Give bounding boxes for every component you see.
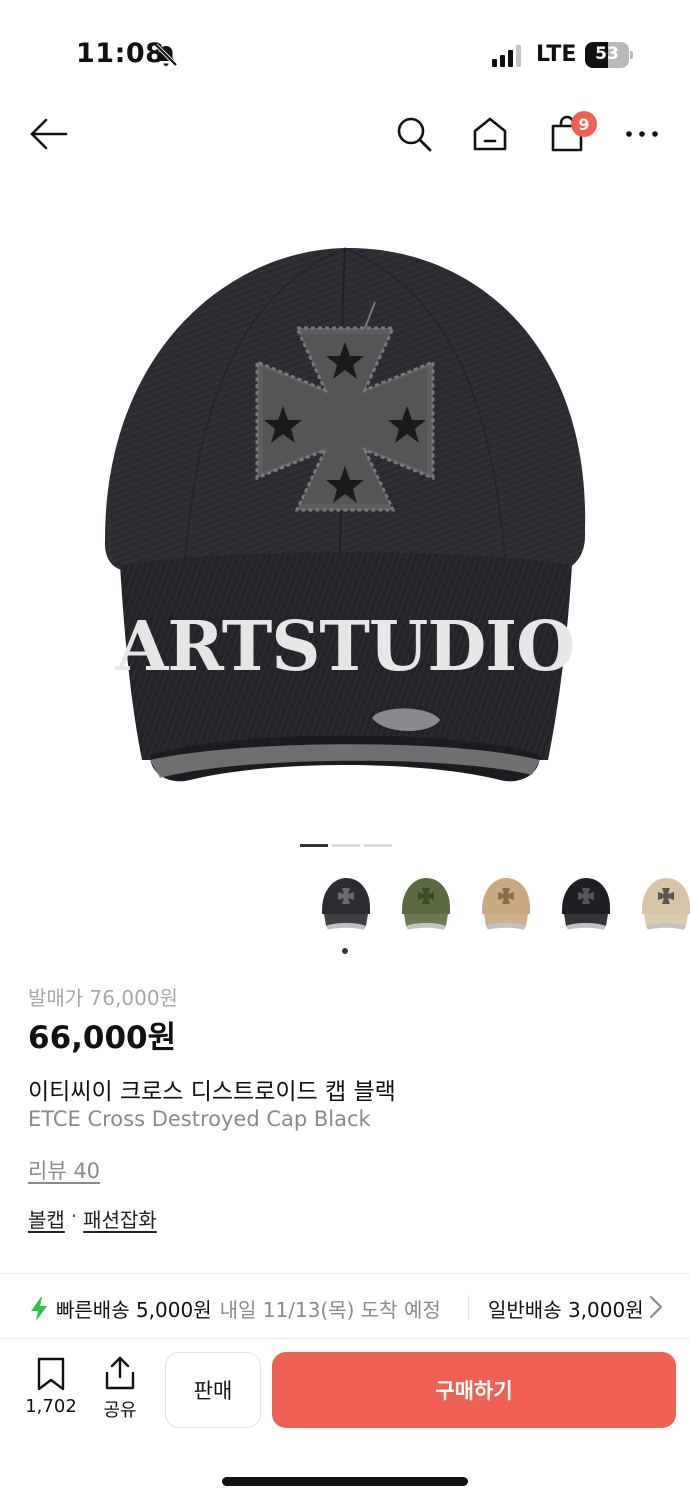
home-icon [473,117,507,151]
normal-shipping-label[interactable]: 일반배송 3,000원 [488,1294,648,1323]
category-link-ballcap[interactable]: 볼캡 [28,1204,65,1233]
battery-icon: 53 [585,42,633,68]
product-image[interactable]: ARTSTUDIO [0,200,690,820]
pager-segment [300,844,328,847]
review-link[interactable]: 리뷰 40 [28,1155,100,1185]
product-name-english: ETCE Cross Destroyed Cap Black [28,1107,371,1131]
status-time: 11:08 [76,38,165,69]
share-icon[interactable] [103,1355,137,1391]
image-pager [300,844,392,847]
signal-icon [492,45,524,67]
thumbnail-olive[interactable] [396,872,456,936]
home-indicator [222,1477,468,1486]
back-button[interactable] [26,112,70,156]
status-bar: 11:08 LTE 53 [0,0,690,100]
thumbnail-black-2[interactable] [556,872,616,936]
release-price: 발매가 76,000원 [28,986,178,1010]
category-breadcrumb: 볼캡 · 패션잡화 [28,1204,157,1233]
search-button[interactable] [392,112,436,156]
cap-embroidery-text: ARTSTUDIO [115,607,575,687]
home-button[interactable] [468,112,512,156]
cap-illustration: ARTSTUDIO [104,247,586,782]
pager-segment [364,844,392,847]
cart-count-badge: 9 [571,111,597,137]
search-icon [397,117,432,152]
thumbnail-beige[interactable] [636,872,690,936]
product-name-korean: 이티씨이 크로스 디스트로이드 캡 블랙 [28,1079,396,1105]
network-type: LTE [536,42,577,67]
chevron-right-icon[interactable] [648,1294,664,1320]
color-thumbnails [316,872,690,942]
shipping-options[interactable]: 빠른배송 5,000원 내일 11/13(목) 도착 예정 일반배송 3,000… [0,1273,690,1339]
buy-button[interactable]: 구매하기 [272,1352,676,1428]
battery-level: 53 [595,44,619,64]
back-arrow-icon [30,118,68,150]
fast-shipping[interactable]: 빠른배송 5,000원 내일 11/13(목) 도착 예정 [30,1294,441,1323]
thumbnail-selected-indicator [342,948,348,954]
thumbnail-beige-distressed[interactable] [476,872,536,936]
sell-button[interactable]: 판매 [165,1352,261,1428]
category-separator: · [70,1204,78,1228]
pager-segment [332,844,360,847]
price: 66,000원 [28,1020,177,1056]
more-icon [626,131,658,137]
category-link-fashion-goods[interactable]: 패션잡화 [83,1204,157,1233]
bottom-action-bar: 1,702 공유 판매 구매하기 [0,1340,690,1440]
fast-shipping-label: 빠른배송 5,000원 [56,1298,212,1322]
shipping-divider [468,1295,469,1319]
thumbnail-black[interactable] [316,872,376,936]
more-button[interactable] [620,112,664,156]
bookmark-icon[interactable] [36,1357,66,1391]
share-label: 공유 [103,1400,137,1421]
bell-muted-icon [154,43,178,67]
fast-shipping-date: 내일 11/13(목) 도착 예정 [219,1298,441,1322]
bookmark-count: 1,702 [25,1396,77,1417]
lightning-icon [31,1296,47,1321]
